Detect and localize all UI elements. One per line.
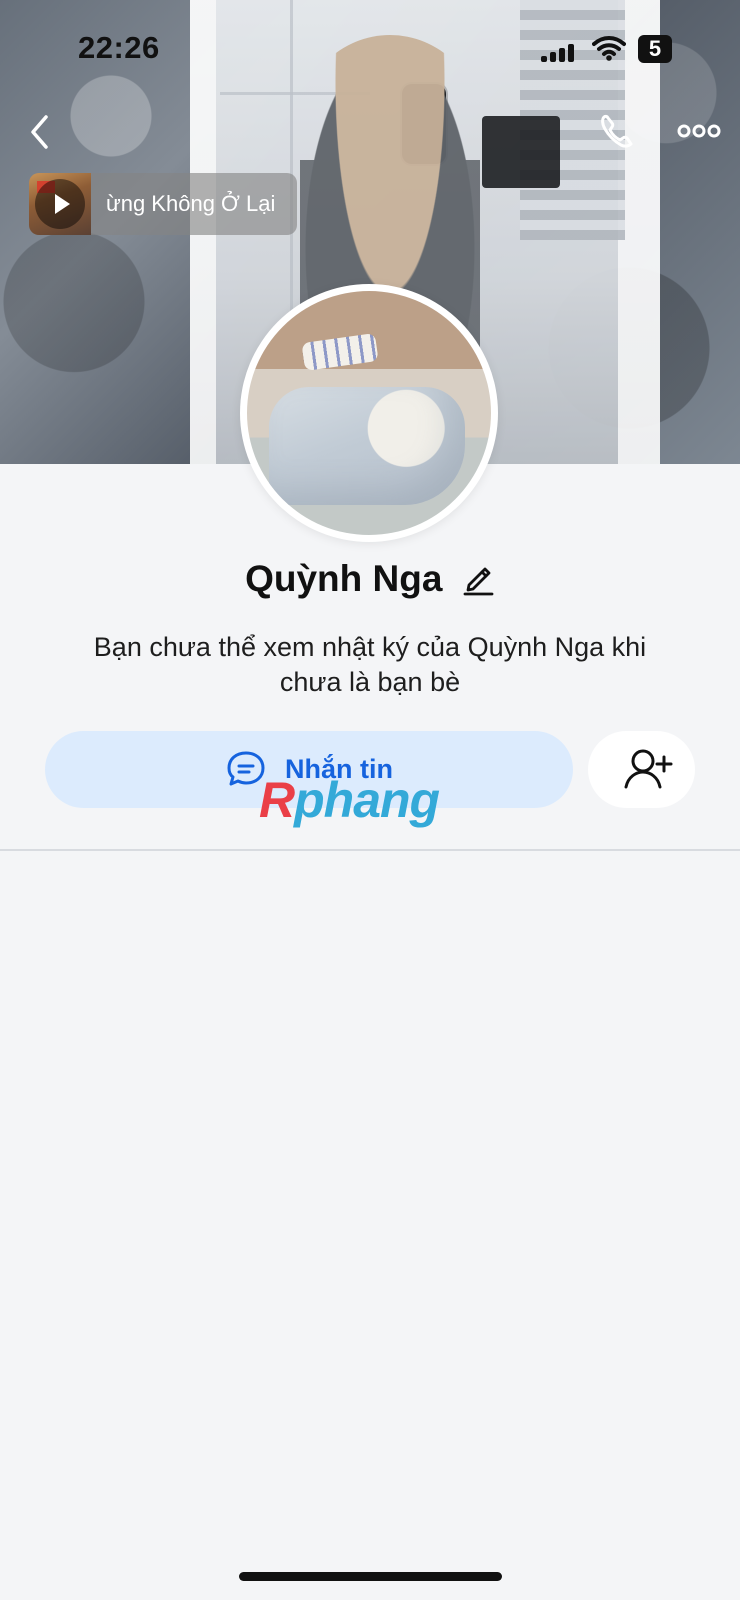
add-friend-icon: [624, 749, 673, 789]
avatar-image: [247, 291, 491, 535]
more-icon[interactable]: [676, 118, 722, 144]
signal-bar-4: [568, 44, 574, 62]
profile-avatar[interactable]: [240, 284, 498, 542]
top-controls: [0, 100, 740, 160]
message-icon: [227, 751, 265, 786]
profile-screen: 22:26 5 ừng Không Ở Lại Quỳnh Nga Bạn ch…: [0, 0, 740, 1600]
home-indicator: [239, 1572, 502, 1581]
signal-bar-3: [559, 48, 565, 62]
add-friend-button[interactable]: [588, 731, 695, 808]
edit-icon[interactable]: [461, 561, 495, 597]
profile-name: Quỳnh Nga: [245, 558, 443, 599]
message-button[interactable]: Nhắn tin: [45, 731, 573, 808]
signal-bar-2: [550, 52, 556, 62]
section-divider: [0, 849, 740, 851]
music-title: ừng Không Ở Lại: [106, 191, 276, 216]
profile-name-row: Quỳnh Nga: [0, 558, 740, 608]
phone-icon[interactable]: [594, 110, 636, 152]
signal-bar-1: [541, 56, 547, 62]
music-album-cover: [29, 173, 91, 235]
profile-actions: Nhắn tin: [45, 731, 695, 808]
message-button-label: Nhắn tin: [285, 754, 393, 784]
privacy-message: Bạn chưa thể xem nhật ký của Quỳnh Nga k…: [93, 632, 647, 697]
battery-icon: 5: [638, 35, 672, 63]
profile-music-button[interactable]: ừng Không Ở Lại: [29, 173, 297, 235]
signal-icon: [541, 42, 579, 62]
play-icon: [55, 194, 70, 214]
back-icon[interactable]: [24, 112, 54, 152]
wifi-icon: [592, 36, 626, 61]
status-bar: 22:26 5: [0, 0, 740, 92]
music-play-button[interactable]: [35, 179, 85, 229]
status-time: 22:26: [78, 30, 160, 65]
